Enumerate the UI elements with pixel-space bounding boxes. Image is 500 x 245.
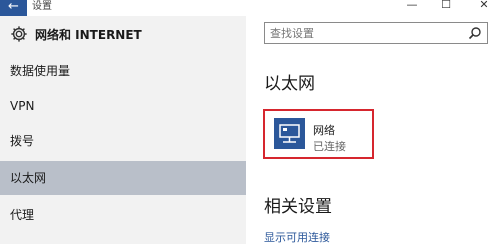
search-icon[interactable]: [468, 26, 482, 40]
sidebar-item-dialup[interactable]: 拨号: [0, 124, 246, 158]
network-item[interactable]: 网络 已连接: [263, 109, 374, 159]
minimize-icon: —: [406, 0, 418, 11]
back-button[interactable]: ←: [0, 0, 27, 16]
gear-icon: [11, 26, 27, 42]
sidebar-item-label: 拨号: [10, 134, 35, 148]
search-box[interactable]: [264, 22, 488, 44]
network-name: 网络: [313, 124, 335, 137]
page-title: 以太网: [264, 74, 315, 94]
minimize-button[interactable]: —: [402, 0, 422, 14]
sidebar-item-vpn[interactable]: VPN: [0, 89, 246, 123]
sidebar-item-label: 以太网: [10, 171, 47, 185]
maximize-button[interactable]: ☐: [436, 0, 456, 14]
show-available-connections-link[interactable]: 显示可用连接: [264, 229, 330, 245]
close-icon: ✕: [479, 0, 489, 11]
sidebar-item-label: 数据使用量: [10, 64, 71, 78]
sidebar: 网络和 INTERNET 数据使用量 VPN 拨号 以太网 代理: [0, 16, 246, 244]
sidebar-item-proxy[interactable]: 代理: [0, 198, 246, 232]
network-status: 已连接: [313, 140, 346, 153]
related-settings-title: 相关设置: [264, 197, 332, 217]
sidebar-item-data-usage[interactable]: 数据使用量: [0, 54, 246, 88]
sidebar-item-label: VPN: [10, 99, 35, 113]
search-input[interactable]: [270, 25, 460, 41]
ethernet-icon: [274, 118, 305, 149]
close-button[interactable]: ✕: [474, 0, 494, 14]
sidebar-title: 网络和 INTERNET: [35, 27, 142, 42]
window-title: 设置: [32, 1, 52, 12]
sidebar-header: 网络和 INTERNET: [10, 24, 142, 44]
back-arrow-icon: ←: [8, 0, 19, 14]
maximize-icon: ☐: [441, 0, 451, 11]
title-bar: ← 设置 — ☐ ✕: [0, 0, 500, 16]
sidebar-item-label: 代理: [10, 208, 35, 222]
sidebar-item-ethernet[interactable]: 以太网: [0, 161, 246, 195]
